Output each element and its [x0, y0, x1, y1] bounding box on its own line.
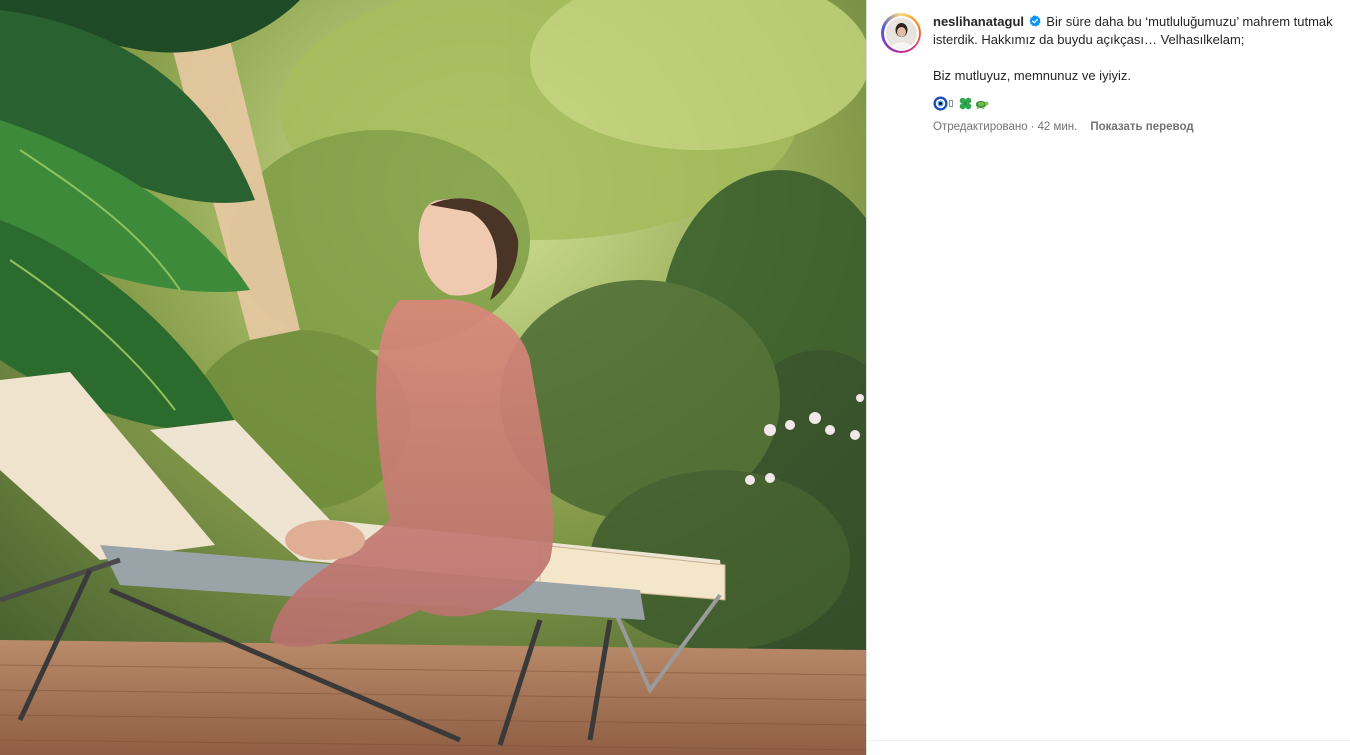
verified-badge-icon: [1029, 15, 1041, 27]
story-ring[interactable]: [881, 13, 921, 53]
post-viewer: neslihanatagul Bir süre daha bu ‘mutlulu…: [0, 0, 1350, 755]
avatar-photo-icon: [885, 17, 917, 49]
caption-row: neslihanatagul Bir süre daha bu ‘mutlulu…: [881, 13, 1341, 136]
avatar[interactable]: [885, 17, 917, 49]
placeholder-glyph-icon: [949, 99, 953, 107]
emoji-row: [933, 95, 1333, 111]
post-meta: Отредактировано · 42 мин. Показать перев…: [933, 118, 1333, 136]
post-photo[interactable]: [0, 0, 866, 755]
turtle-icon: [975, 100, 989, 109]
post-sidebar: neslihanatagul Bir süre daha bu ‘mutlulu…: [866, 0, 1350, 755]
post-time[interactable]: 42 мин.: [1037, 118, 1077, 136]
caption-text-line: Biz mutluyuz, memnunuz ve iyiyiz.: [933, 68, 1131, 83]
nazar-amulet-icon: [933, 95, 948, 111]
username-link[interactable]: neslihanatagul: [933, 14, 1024, 29]
edited-label: Отредактировано: [933, 121, 1028, 133]
caption: neslihanatagul Bir süre daha bu ‘mutlulu…: [933, 13, 1333, 136]
photo-illustration: [0, 0, 866, 755]
four-leaf-clover-icon: [959, 97, 972, 109]
translate-button[interactable]: Показать перевод: [1090, 118, 1193, 136]
meta-separator: ·: [1030, 121, 1035, 133]
divider: [867, 740, 1350, 741]
